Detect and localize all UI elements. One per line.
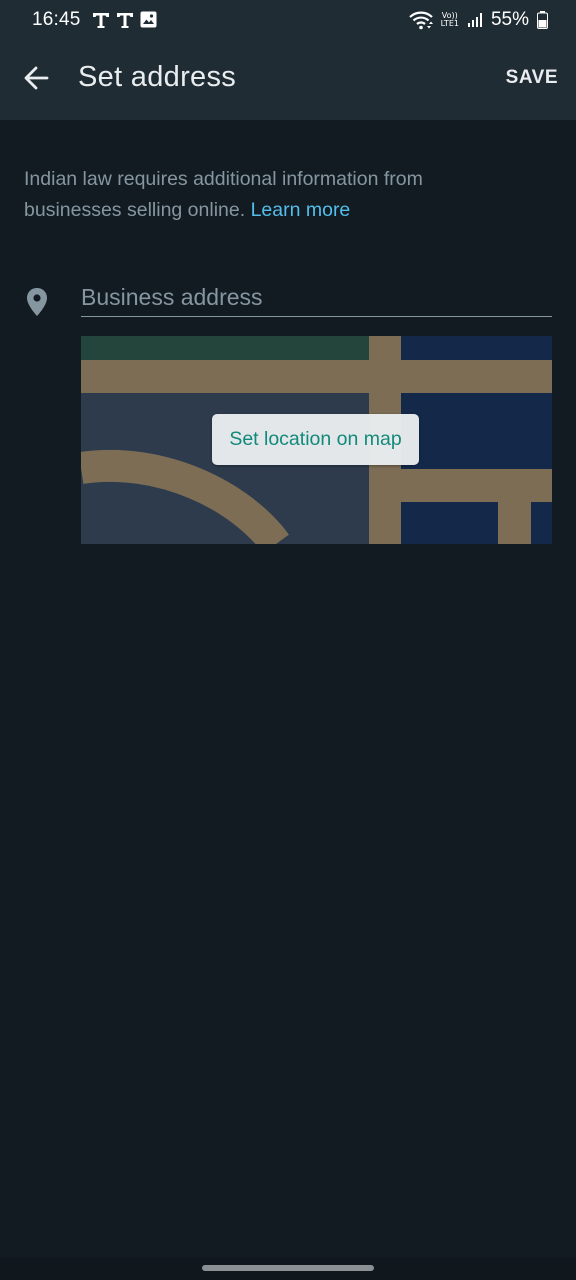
status-bar: 16:45 Vo)) LTE1 55% (0, 0, 576, 40)
signal-icon (467, 13, 482, 27)
save-button[interactable]: SAVE (506, 67, 558, 89)
legal-notice: Indian law requires additional informati… (24, 164, 494, 226)
volte-indicator: Vo)) LTE1 (441, 12, 459, 28)
set-location-on-map-button[interactable]: Set location on map (212, 414, 419, 465)
home-gesture-handle[interactable] (202, 1265, 374, 1271)
screen: 16:45 Vo)) LTE1 55% Set address SAVE Ind… (0, 0, 576, 1280)
map-preview[interactable]: Set location on map (81, 336, 552, 544)
status-right: Vo)) LTE1 55% (408, 9, 548, 31)
wifi-icon (408, 11, 433, 30)
legal-notice-text: Indian law requires additional informati… (24, 168, 423, 221)
battery-percentage: 55% (490, 9, 529, 30)
app-header: 16:45 Vo)) LTE1 55% Set address SAVE (0, 0, 576, 120)
t-icon (93, 13, 109, 28)
arrow-left-icon (24, 66, 49, 90)
status-time: 16:45 (32, 9, 81, 30)
lte-label: LTE1 (440, 19, 459, 28)
toolbar: Set address SAVE (0, 40, 576, 120)
business-address-input[interactable] (81, 280, 552, 314)
notification-icons (92, 11, 157, 28)
battery-icon (537, 11, 548, 29)
image-icon (140, 11, 157, 28)
learn-more-link[interactable]: Learn more (251, 199, 351, 221)
location-pin-icon (27, 288, 47, 316)
business-address-field[interactable] (81, 280, 552, 317)
back-button[interactable] (14, 56, 58, 100)
page-title: Set address (78, 61, 237, 93)
t-icon (117, 13, 133, 28)
